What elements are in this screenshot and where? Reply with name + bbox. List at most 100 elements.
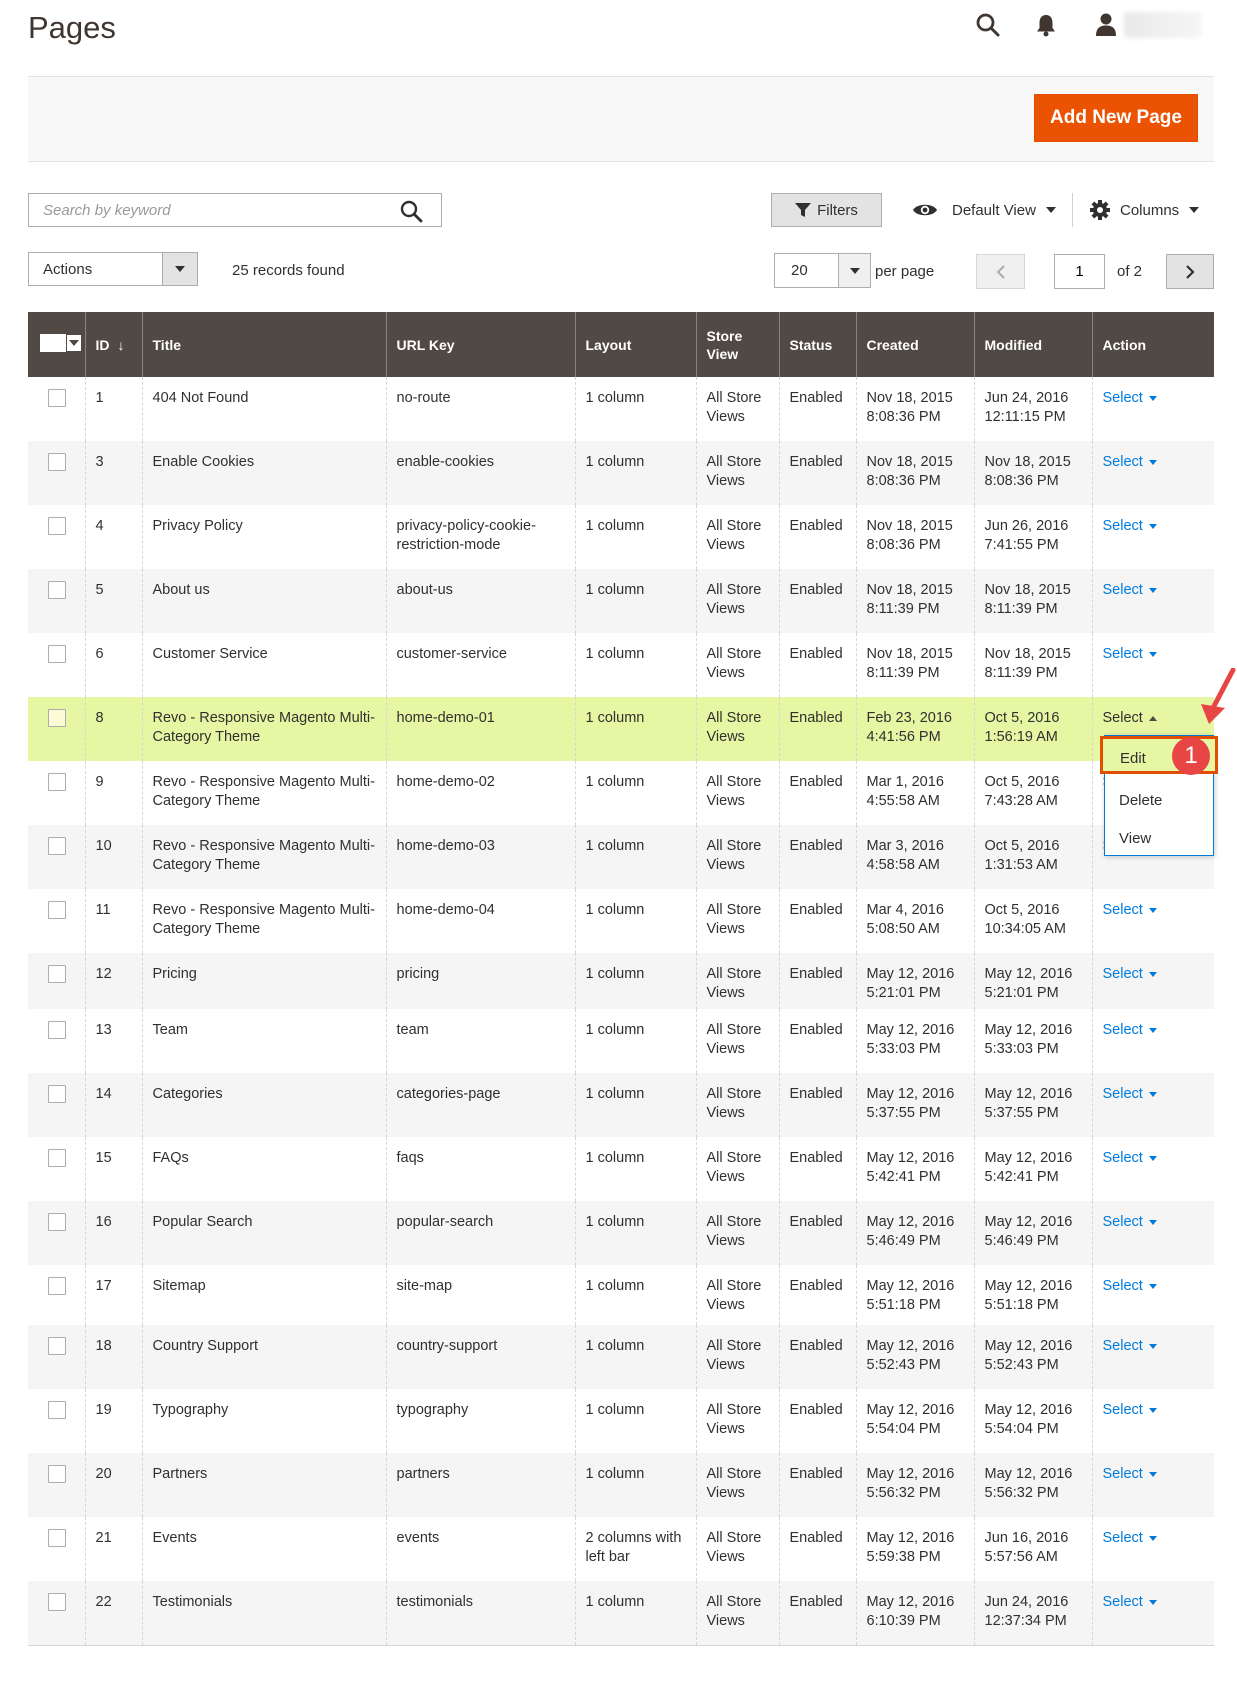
cell-store-view: All Store Views [695, 1137, 779, 1201]
row-checkbox[interactable] [48, 1085, 66, 1103]
table-row[interactable]: 1 404 Not Found no-route 1 column All Store … [28, 377, 1214, 441]
column-header-store-view[interactable]: Store View [695, 312, 779, 377]
chevron-down-icon [1045, 207, 1056, 213]
row-checkbox[interactable] [48, 581, 66, 599]
user-name[interactable] [1124, 12, 1202, 38]
row-checkbox[interactable] [48, 645, 66, 663]
search-input[interactable] [41, 194, 405, 226]
row-checkbox[interactable] [48, 453, 66, 471]
menu-item-delete[interactable]: Delete [1119, 792, 1162, 809]
table-row[interactable]: 19 Typography typography 1 column All Store … [28, 1389, 1214, 1453]
table-row[interactable]: 11 Revo - Responsive Magento Multi-Catego… [28, 889, 1214, 953]
row-action-label: Select [1102, 966, 1143, 982]
row-action-select[interactable]: Select [1103, 517, 1157, 536]
row-action-select[interactable]: Select [1103, 1149, 1157, 1168]
table-row[interactable]: 8 Revo - Responsive Magento Multi-Categor… [28, 697, 1214, 761]
table-row[interactable]: 5 About us about-us 1 column All Store Views… [28, 569, 1214, 633]
search-icon[interactable] [975, 12, 1001, 38]
row-action-select[interactable]: Select [1103, 1465, 1157, 1484]
notifications-bell-icon[interactable] [1035, 13, 1057, 37]
mass-select-checkbox[interactable] [40, 333, 81, 352]
row-checkbox[interactable] [48, 1277, 66, 1295]
default-view-dropdown[interactable]: Default View [912, 197, 1056, 223]
row-checkbox[interactable] [48, 1337, 66, 1355]
table-row[interactable]: 12 Pricing pricing 1 column All Store Views E… [28, 953, 1214, 1009]
table-row[interactable]: 13 Team team 1 column All Store Views Enabled… [28, 1009, 1214, 1073]
row-checkbox[interactable] [48, 837, 66, 855]
row-action-select[interactable]: Select [1103, 389, 1157, 408]
row-action-select[interactable]: Select [1103, 1213, 1157, 1232]
row-action-select[interactable]: Select [1103, 1337, 1157, 1356]
column-header-url-key[interactable]: URL Key [385, 312, 575, 377]
row-action-select[interactable]: Select [1103, 1085, 1157, 1104]
row-checkbox[interactable] [48, 1529, 66, 1547]
row-action-select[interactable]: Select [1103, 709, 1157, 728]
row-action-select[interactable]: Select [1103, 1593, 1157, 1612]
row-action-select[interactable]: Select [1103, 453, 1157, 472]
column-header-modified[interactable]: Modified [973, 312, 1092, 377]
row-checkbox[interactable] [48, 1593, 66, 1611]
chevron-down-icon [1148, 1092, 1157, 1097]
cell-id: 3 [84, 441, 142, 505]
row-action-select[interactable]: Select [1103, 965, 1157, 984]
cell-status: Enabled [778, 697, 856, 761]
row-checkbox[interactable] [48, 1401, 66, 1419]
row-checkbox[interactable] [48, 1213, 66, 1231]
table-row[interactable]: 9 Revo - Responsive Magento Multi-Categor… [28, 761, 1214, 825]
column-header-id[interactable]: ID ↓ [84, 312, 142, 377]
cell-created: May 12, 2016 5:51:18 PM [855, 1265, 974, 1325]
row-action-select[interactable]: Select [1103, 1529, 1157, 1548]
per-page-select[interactable]: 20 [774, 253, 871, 288]
column-header-layout[interactable]: Layout [574, 312, 696, 377]
row-action-label: Select [1102, 710, 1143, 726]
table-row[interactable]: 21 Events events 2 columns with left bar All… [28, 1517, 1214, 1581]
row-checkbox[interactable] [48, 773, 66, 791]
column-header-created[interactable]: Created [855, 312, 974, 377]
row-checkbox[interactable] [48, 1021, 66, 1039]
table-row[interactable]: 14 Categories categories-page 1 column All S… [28, 1073, 1214, 1137]
row-checkbox[interactable] [48, 709, 66, 727]
mass-actions-select[interactable]: Actions [28, 252, 198, 286]
table-row[interactable]: 3 Enable Cookies enable-cookies 1 column All… [28, 441, 1214, 505]
table-row[interactable]: 4 Privacy Policy privacy-policy-cookie-res… [28, 505, 1214, 569]
table-row[interactable]: 6 Customer Service customer-service 1 colum… [28, 633, 1214, 697]
previous-page-button[interactable] [976, 254, 1025, 289]
table-row[interactable]: 20 Partners partners 1 column All Store View… [28, 1453, 1214, 1517]
column-header-status[interactable]: Status [778, 312, 856, 377]
table-row[interactable]: 22 Testimonials testimonials 1 column All St… [28, 1581, 1214, 1646]
table-row[interactable]: 17 Sitemap site-map 1 column All Store Views… [28, 1265, 1214, 1325]
cell-modified: Oct 5, 2016 1:31:53 AM [973, 825, 1092, 889]
row-checkbox[interactable] [48, 517, 66, 535]
row-action-select[interactable]: Select [1103, 645, 1157, 664]
table-row[interactable]: 18 Country Support country-support 1 column… [28, 1325, 1214, 1389]
next-page-button[interactable] [1166, 254, 1214, 289]
mass-select-header[interactable] [28, 312, 85, 377]
menu-item-view[interactable]: View [1119, 830, 1151, 847]
user-account-icon[interactable] [1095, 12, 1117, 36]
filters-button[interactable]: Filters [771, 193, 882, 227]
table-row[interactable]: 15 FAQs faqs 1 column All Store Views Enabled… [28, 1137, 1214, 1201]
row-action-label: Select [1102, 1150, 1143, 1166]
row-checkbox[interactable] [48, 965, 66, 983]
cell-action: Select [1091, 1517, 1214, 1581]
row-checkbox[interactable] [48, 901, 66, 919]
columns-dropdown[interactable]: Columns [1090, 197, 1200, 223]
column-header-title[interactable]: Title [141, 312, 386, 377]
row-checkbox[interactable] [48, 389, 66, 407]
cell-layout: 1 column [574, 1581, 696, 1646]
row-checkbox[interactable] [48, 1149, 66, 1167]
row-action-select[interactable]: Select [1103, 1401, 1157, 1420]
filter-funnel-icon [795, 203, 812, 217]
add-new-page-button[interactable]: Add New Page [1034, 94, 1198, 142]
row-action-select[interactable]: Select [1103, 901, 1157, 920]
cell-status: Enabled [778, 505, 856, 569]
row-action-select[interactable]: Select [1103, 1021, 1157, 1040]
cell-url-key: team [385, 1009, 575, 1073]
table-row[interactable]: 10 Revo - Responsive Magento Multi-Catego… [28, 825, 1214, 889]
current-page-input[interactable] [1054, 254, 1105, 289]
row-action-select[interactable]: Select [1103, 1277, 1157, 1296]
search-icon[interactable] [399, 199, 423, 223]
row-checkbox[interactable] [48, 1465, 66, 1483]
row-action-select[interactable]: Select [1103, 581, 1157, 600]
table-row[interactable]: 16 Popular Search popular-search 1 column Al… [28, 1201, 1214, 1265]
